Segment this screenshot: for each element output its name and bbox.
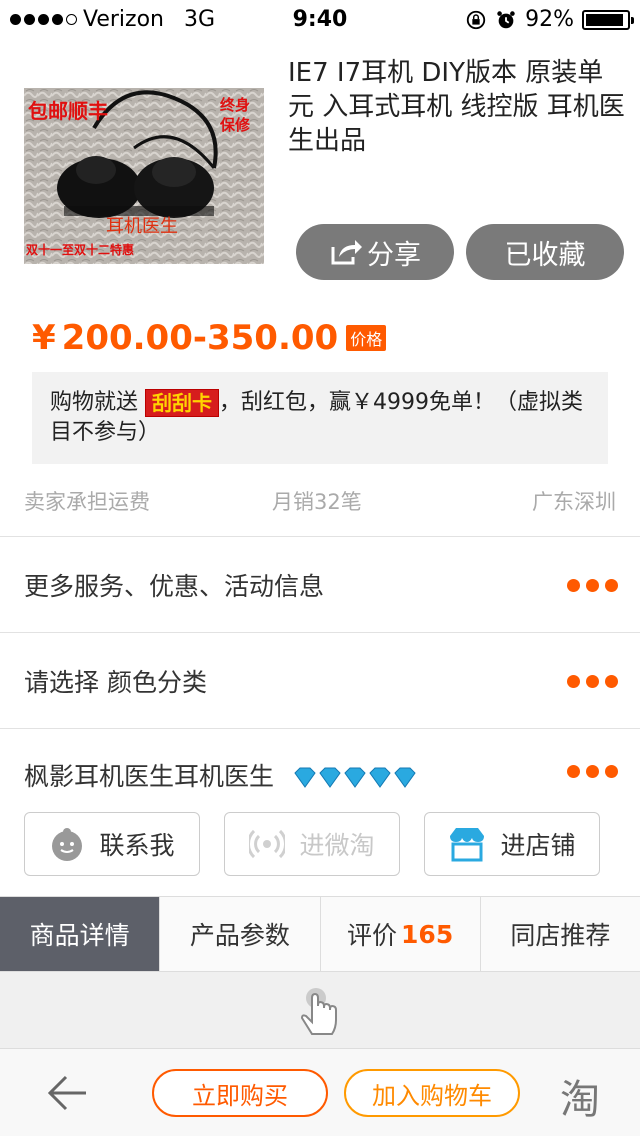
price: ¥ 200.00-350.00 价格 <box>32 318 387 358</box>
share-label: 分享 <box>367 239 421 271</box>
add-to-cart-button[interactable]: 加入购物车 <box>344 1069 520 1117</box>
weitao-button[interactable]: 进微淘 <box>224 812 400 876</box>
tab-label: 同店推荐 <box>510 921 611 950</box>
buy-now-label: 立即购买 <box>192 1081 288 1110</box>
promo-banner[interactable]: 购物就送 刮刮卡 ，刮红包，赢￥4999免单！（虚拟类目不参与） <box>32 372 608 464</box>
share-icon <box>331 240 362 265</box>
image-overlay-promo: 双十一至双十二特惠 <box>26 242 134 257</box>
image-overlay-free-shipping: 包邮顺丰 <box>28 99 108 123</box>
price-tag-badge: 价格 <box>346 325 387 351</box>
seller-location: 广东深圳 <box>532 490 616 514</box>
favorited-label: 已收藏 <box>504 239 586 271</box>
taobao-home-icon[interactable]: 淘 <box>560 1067 600 1125</box>
product-title: IE7 I7耳机 DIY版本 原装单元 入耳式耳机 线控版 耳机医生出品 <box>288 58 625 156</box>
contact-seller-button[interactable]: 联系我 <box>24 812 200 876</box>
select-variant-row[interactable]: 请选择 颜色分类 <box>0 632 640 728</box>
share-button[interactable]: 分享 <box>296 224 454 280</box>
monthly-sales: 月销32笔 <box>272 490 362 514</box>
more-dots-icon <box>567 579 618 592</box>
shop-row[interactable]: 枫影耳机医生耳机医生 <box>0 728 640 812</box>
more-services-label: 更多服务、优惠、活动信息 <box>24 572 325 601</box>
enter-store-label: 进店铺 <box>500 831 576 860</box>
tab-store-recommendations[interactable]: 同店推荐 <box>480 897 640 971</box>
tab-product-params[interactable]: 产品参数 <box>160 897 321 971</box>
taobao-glyph: 淘 <box>560 1077 600 1123</box>
select-variant-label: 请选择 颜色分类 <box>24 668 207 697</box>
tab-reviews[interactable]: 评价 165 <box>320 897 481 971</box>
product-image[interactable]: 包邮顺丰 终身 保修 耳机医生 双十一至双十二特惠 <box>24 88 264 264</box>
status-bar: Verizon 3G 9:40 92% <box>0 0 640 40</box>
favorited-button[interactable]: 已收藏 <box>466 224 624 280</box>
contact-label: 联系我 <box>99 831 175 860</box>
tab-label: 评价 <box>347 921 398 950</box>
storefront-icon <box>450 828 485 862</box>
tab-label: 商品详情 <box>29 921 130 950</box>
review-count: 165 <box>401 919 454 949</box>
shop-rating-diamonds-icon <box>292 767 418 789</box>
detail-tabs: 商品详情 产品参数 评价 165 同店推荐 <box>0 896 640 972</box>
rotation-lock-icon <box>466 10 486 29</box>
add-to-cart-label: 加入购物车 <box>372 1081 492 1110</box>
promo-prefix: 购物就送 <box>50 390 139 415</box>
scratch-card-badge: 刮刮卡 <box>145 389 220 417</box>
shipping-fee: 卖家承担运费 <box>24 490 150 514</box>
pull-to-load-area[interactable] <box>0 972 640 1048</box>
currency-symbol: ¥ <box>32 318 56 358</box>
bottom-action-bar: 立即购买 加入购物车 淘 <box>0 1048 640 1136</box>
alarm-icon <box>497 10 515 28</box>
weitao-label: 进微淘 <box>299 831 375 860</box>
image-overlay-warranty-2: 保修 <box>219 116 251 134</box>
tab-product-details[interactable]: 商品详情 <box>0 897 161 971</box>
shop-name-wrap: 枫影耳机医生耳机医生 <box>24 757 418 793</box>
more-services-row[interactable]: 更多服务、优惠、活动信息 <box>0 536 640 632</box>
back-arrow-icon[interactable] <box>46 1071 90 1115</box>
buy-now-button[interactable]: 立即购买 <box>152 1069 328 1117</box>
tab-label: 产品参数 <box>189 921 290 950</box>
tap-hand-icon <box>300 988 337 1035</box>
enter-store-button[interactable]: 进店铺 <box>424 812 600 876</box>
wangwang-chat-icon <box>52 828 83 861</box>
price-value: 200.00-350.00 <box>61 318 339 358</box>
shipping-info-line: 卖家承担运费 月销32笔 广东深圳 <box>0 484 640 518</box>
image-overlay-warranty-1: 终身 <box>220 96 250 114</box>
more-dots-icon <box>567 765 618 778</box>
more-dots-icon <box>567 675 618 688</box>
broadcast-icon <box>249 829 286 859</box>
battery-percent: 92% <box>525 7 574 32</box>
battery-icon <box>582 9 634 30</box>
shop-name: 枫影耳机医生耳机医生 <box>24 762 275 791</box>
image-overlay-brand: 耳机医生 <box>106 216 178 237</box>
